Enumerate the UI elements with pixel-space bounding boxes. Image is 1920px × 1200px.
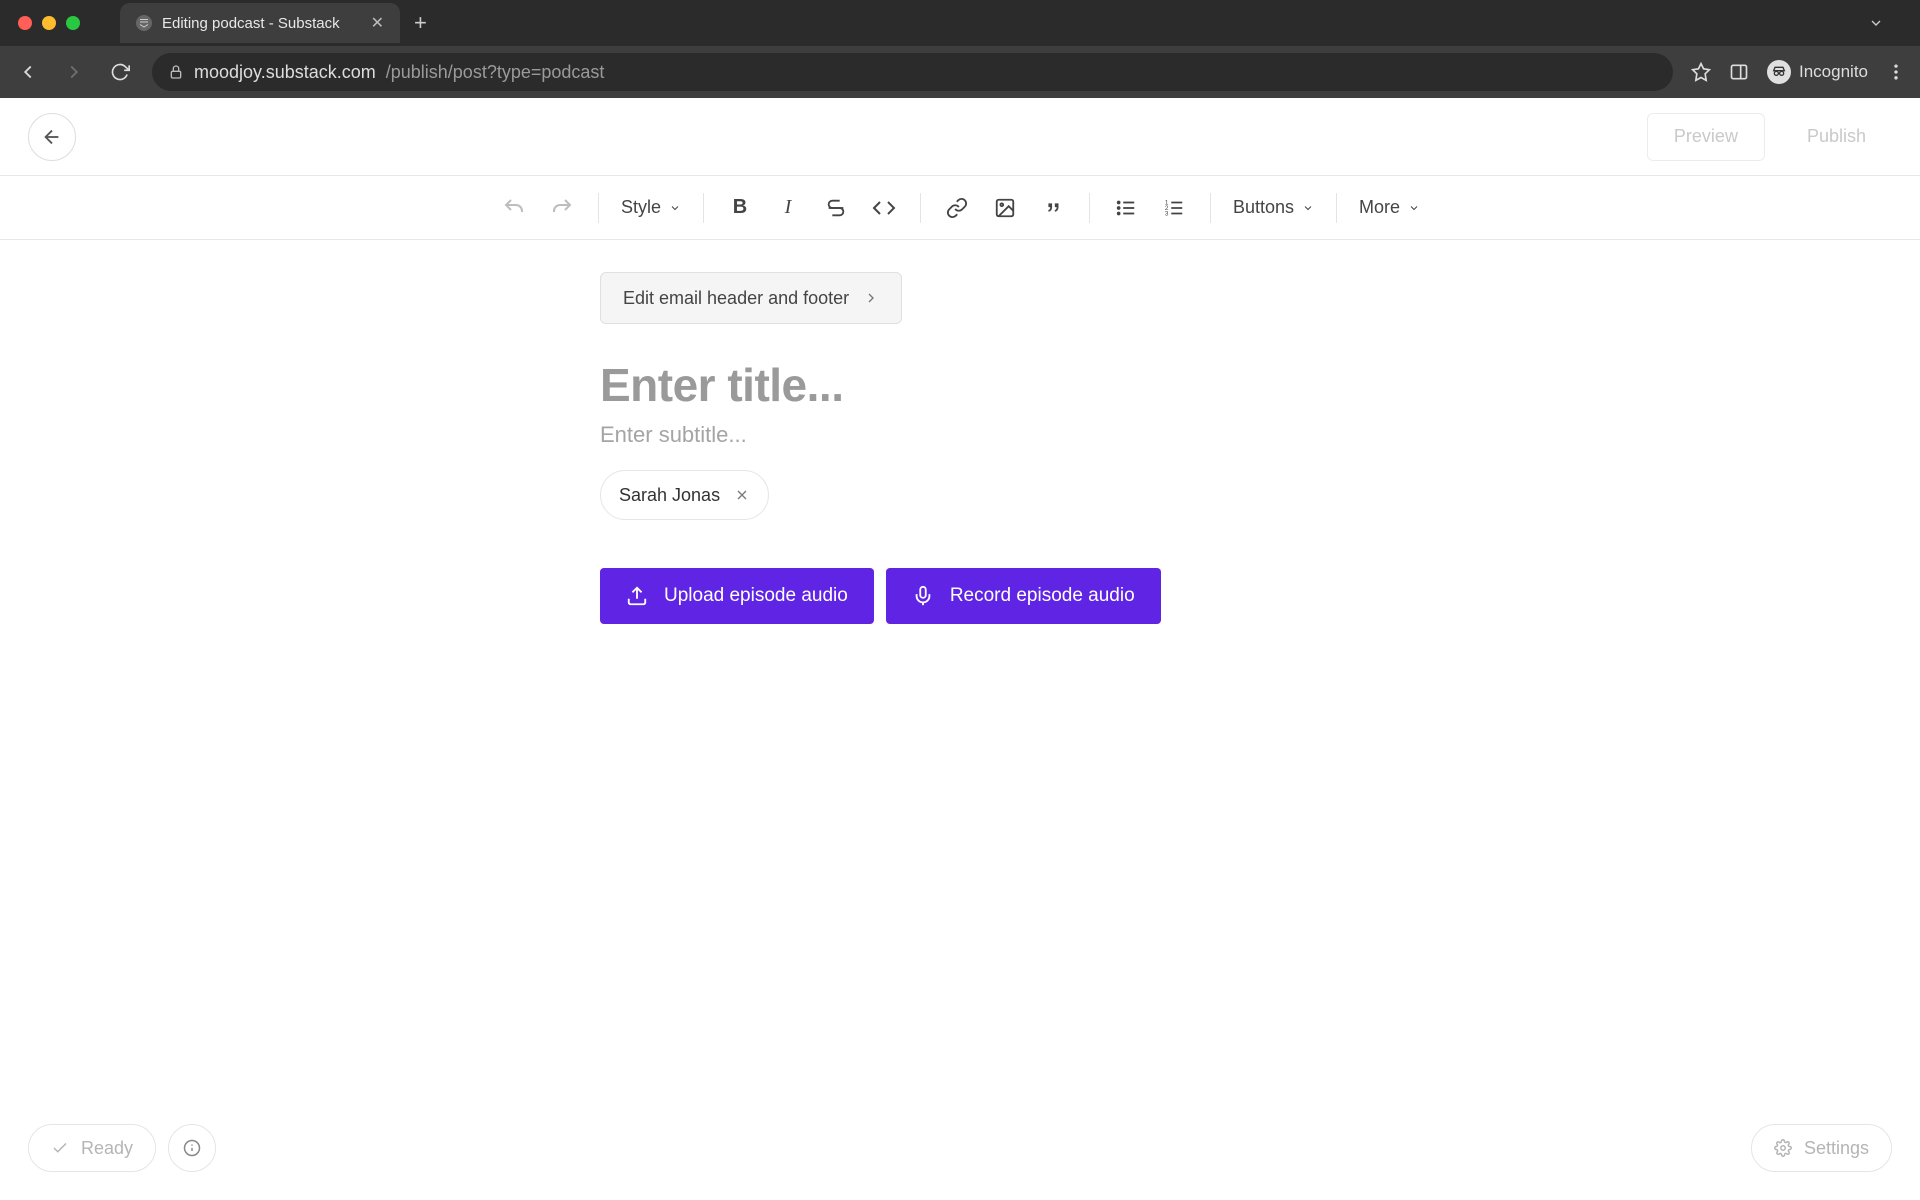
window-zoom-icon[interactable] — [66, 16, 80, 30]
chevron-right-icon — [863, 290, 879, 306]
quote-button[interactable] — [1039, 194, 1067, 222]
edit-email-header-footer-button[interactable]: Edit email header and footer — [600, 272, 902, 324]
window-controls: Editing podcast - Substack ✕ + — [0, 0, 1920, 46]
check-icon — [51, 1139, 69, 1157]
upload-audio-button[interactable]: Upload episode audio — [600, 568, 874, 624]
publish-button[interactable]: Publish — [1781, 113, 1892, 161]
strikethrough-button[interactable] — [822, 194, 850, 222]
ready-status-pill: Ready — [28, 1124, 156, 1172]
editor-toolbar: Style B I 123 — [0, 176, 1920, 240]
browser-toolbar: moodjoy.substack.com/publish/post?type=p… — [0, 46, 1920, 98]
gear-icon — [1774, 1139, 1792, 1157]
kebab-menu-icon[interactable] — [1886, 62, 1906, 82]
settings-label: Settings — [1804, 1138, 1869, 1159]
bullet-list-button[interactable] — [1112, 194, 1140, 222]
upload-audio-label: Upload episode audio — [664, 585, 848, 607]
ready-label: Ready — [81, 1138, 133, 1159]
incognito-badge[interactable]: Incognito — [1767, 60, 1868, 84]
window-minimize-icon[interactable] — [42, 16, 56, 30]
upload-icon — [626, 585, 648, 607]
more-label: More — [1359, 197, 1400, 218]
publish-label: Publish — [1807, 126, 1866, 147]
code-button[interactable] — [870, 194, 898, 222]
email-hf-label: Edit email header and footer — [623, 288, 849, 309]
preview-button[interactable]: Preview — [1647, 113, 1765, 161]
italic-button[interactable]: I — [774, 194, 802, 222]
editor-body: Edit email header and footer Sarah Jonas… — [0, 240, 1920, 624]
numbered-list-button[interactable]: 123 — [1160, 194, 1188, 222]
app-header: Preview Publish — [0, 98, 1920, 176]
editor-back-button[interactable] — [28, 113, 76, 161]
chevron-down-icon — [1302, 202, 1314, 214]
footer-right: Settings — [1751, 1124, 1892, 1172]
incognito-label: Incognito — [1799, 62, 1868, 82]
style-dropdown[interactable]: Style — [621, 197, 681, 218]
remove-author-icon[interactable] — [734, 487, 750, 503]
author-name: Sarah Jonas — [619, 485, 720, 506]
url-host: moodjoy.substack.com — [194, 62, 376, 83]
substack-favicon-icon — [136, 15, 152, 31]
tab-title: Editing podcast - Substack — [162, 15, 340, 32]
image-button[interactable] — [991, 194, 1019, 222]
tabs-overflow-icon[interactable] — [1868, 15, 1884, 31]
buttons-dropdown[interactable]: Buttons — [1233, 197, 1314, 218]
chevron-down-icon — [1408, 202, 1420, 214]
link-button[interactable] — [943, 194, 971, 222]
address-bar[interactable]: moodjoy.substack.com/publish/post?type=p… — [152, 53, 1673, 91]
nav-forward-button[interactable] — [60, 58, 88, 86]
record-audio-label: Record episode audio — [950, 585, 1135, 607]
header-actions: Preview Publish — [1647, 113, 1892, 161]
footer-left: Ready — [28, 1124, 216, 1172]
window-close-icon[interactable] — [18, 16, 32, 30]
subtitle-input[interactable] — [600, 422, 1320, 448]
nav-back-button[interactable] — [14, 58, 42, 86]
new-tab-button[interactable]: + — [414, 10, 427, 36]
settings-button[interactable]: Settings — [1751, 1124, 1892, 1172]
style-label: Style — [621, 197, 661, 218]
bold-button[interactable]: B — [726, 194, 754, 222]
audio-actions: Upload episode audio Record episode audi… — [600, 568, 1320, 624]
editor-column: Edit email header and footer Sarah Jonas… — [600, 272, 1320, 624]
more-dropdown[interactable]: More — [1359, 197, 1420, 218]
incognito-icon — [1767, 60, 1791, 84]
panel-icon[interactable] — [1729, 62, 1749, 82]
browser-chrome: Editing podcast - Substack ✕ + moodjoy.s… — [0, 0, 1920, 98]
browser-tab[interactable]: Editing podcast - Substack ✕ — [120, 3, 400, 43]
author-chip[interactable]: Sarah Jonas — [600, 470, 769, 520]
toolbar-right: Incognito — [1691, 60, 1906, 84]
bookmark-icon[interactable] — [1691, 62, 1711, 82]
url-path: /publish/post?type=podcast — [386, 62, 605, 83]
record-audio-button[interactable]: Record episode audio — [886, 568, 1161, 624]
nav-reload-button[interactable] — [106, 58, 134, 86]
chevron-down-icon — [669, 202, 681, 214]
svg-text:3: 3 — [1165, 210, 1169, 217]
browser-tabs: Editing podcast - Substack ✕ + — [120, 3, 427, 43]
preview-label: Preview — [1674, 126, 1738, 147]
title-input[interactable] — [600, 358, 1320, 412]
tab-close-icon[interactable]: ✕ — [371, 13, 384, 33]
info-button[interactable] — [168, 1124, 216, 1172]
redo-button[interactable] — [548, 194, 576, 222]
buttons-label: Buttons — [1233, 197, 1294, 218]
undo-button[interactable] — [500, 194, 528, 222]
mic-icon — [912, 585, 934, 607]
lock-icon — [168, 64, 184, 80]
info-icon — [183, 1139, 201, 1157]
